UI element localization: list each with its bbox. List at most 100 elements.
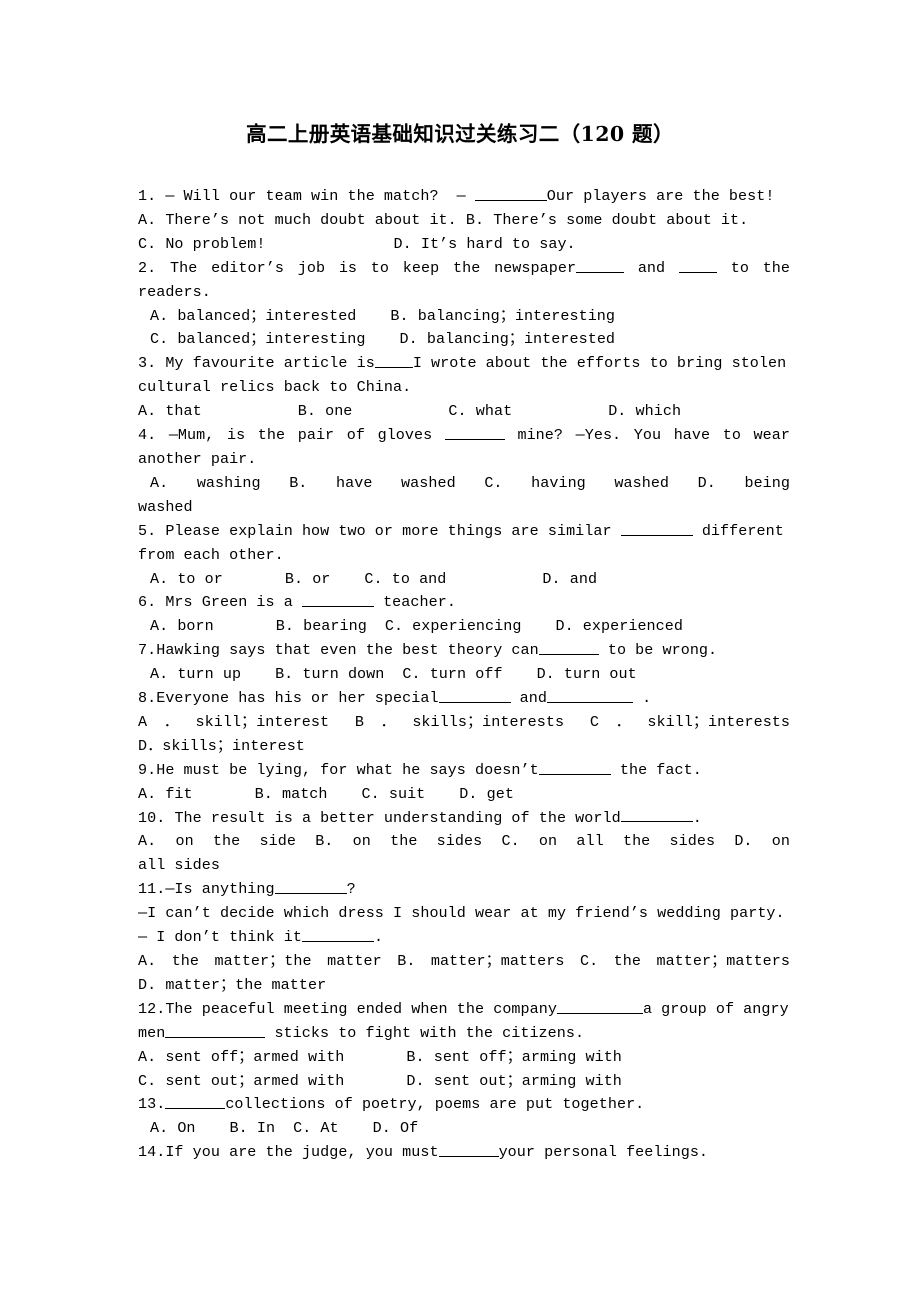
question-item: men sticks to fight with the citizens.: [138, 1022, 790, 1046]
option-c: C. what: [448, 402, 513, 421]
question-options-wrap: all sides: [138, 856, 220, 875]
option-a: A. On: [150, 1119, 196, 1138]
question-stem-cont: .: [692, 808, 702, 827]
option-c: C. balanced；interesting: [150, 330, 366, 349]
option-c: C. to and: [364, 569, 447, 588]
question-stem-wrap: readers.: [138, 282, 211, 301]
question-stem-wrap: another pair.: [138, 449, 257, 468]
question-options: A. turn up B. turn down C. turn off D. turn…: [138, 663, 790, 687]
question-item: 3. My favourite article is I wrote about …: [138, 352, 790, 376]
question-stem-cont: to be wrong.: [607, 641, 718, 660]
answer-blank: [474, 185, 547, 201]
option-a: A．skill；interest: [138, 712, 330, 731]
option-c: C. experiencing: [384, 617, 522, 636]
question-stem-cont: men: [138, 1023, 166, 1042]
question-number: 12.: [138, 999, 166, 1018]
question-stem: The peaceful meeting ended when the comp…: [165, 999, 557, 1018]
question-stem-cont: different: [701, 521, 784, 540]
option-d: D. and: [542, 569, 598, 588]
question-number: 7.: [138, 641, 157, 660]
option-a: A. turn up: [150, 665, 242, 684]
answer-blank: [274, 879, 347, 895]
question-item: 11.—Is anything?: [138, 878, 790, 902]
question-item: 8.Everyone has his or her special and .: [138, 687, 790, 711]
option-a: A. born: [150, 617, 214, 636]
option-d: D. get: [459, 784, 514, 803]
question-number: 6.: [138, 593, 157, 612]
question-options: C. sent out；armed with D. sent out；arming…: [138, 1070, 790, 1094]
question-stem: If you are the judge, you must: [165, 1143, 439, 1162]
option-b: B. or: [284, 569, 331, 588]
question-stem-cont: a group of angry: [642, 999, 789, 1018]
answer-blank: [678, 257, 717, 273]
question-options: A. On B. In C. At D. Of: [138, 1117, 790, 1141]
question-options: A. the matter；the matter B. matter；matte…: [138, 950, 790, 974]
question-stem-cont: — I don’t think it: [138, 928, 302, 947]
question-list: 1. — Will our team win the match? — Our p…: [138, 185, 790, 1165]
option-a: A. fit: [138, 784, 193, 803]
option-c: C. sent out；armed with: [138, 1071, 345, 1090]
option-d: D. balancing；interested: [399, 330, 616, 349]
option-b: B. In: [229, 1119, 276, 1138]
question-stem-end: sticks to fight with the citizens.: [274, 1023, 585, 1042]
question-stem: Hawking says that even the best theory c…: [156, 641, 539, 660]
option-d: D. sent out；arming with: [406, 1071, 622, 1090]
question-stem: My favourite article is: [165, 354, 375, 373]
option-c: C. No problem!: [138, 234, 266, 253]
question-number: 5.: [138, 521, 157, 540]
option-a: A. washing: [150, 473, 261, 492]
question-stem: The result is a better understanding of …: [174, 808, 621, 827]
question-number: 10.: [138, 808, 166, 827]
question-number: 9.: [138, 760, 157, 779]
question-stem: Mrs Green is a: [165, 593, 293, 612]
question-options: A. There’s not much doubt about it. B. T…: [138, 209, 790, 233]
answer-blank: [374, 353, 413, 369]
option-c: C. suit: [361, 784, 426, 803]
question-options: A．skill；interest B．skills；interests C．sk…: [138, 711, 790, 735]
option-b: B. matter；matters: [397, 952, 565, 970]
answer-blank: [301, 927, 374, 942]
question-item: 14.If you are the judge, you must your pe…: [138, 1141, 790, 1165]
question-stem-cont: —: [456, 187, 466, 205]
option-b: B. balancing；interesting: [390, 306, 616, 325]
question-stem: He must be lying, for what he says doesn…: [156, 760, 539, 779]
answer-blank: [556, 998, 643, 1014]
question-number: 4.: [138, 426, 157, 445]
question-options: A. to or B. or C. to and D. and: [138, 568, 790, 592]
question-stem: Please explain how two or more things ar…: [165, 521, 612, 540]
document-page: 高二上册英语基础知识过关练习二（120 题） 1. — Will our tea…: [0, 0, 920, 1302]
question-item: 4. —Mum, is the pair of gloves mine? —Ye…: [138, 424, 790, 448]
question-item: 10. The result is a better understanding…: [138, 807, 790, 831]
option-b: B. have washed: [289, 473, 456, 492]
question-stem-wrap: from each other.: [138, 545, 284, 564]
answer-blank: [620, 807, 693, 823]
question-stem-end: .: [373, 928, 384, 947]
answer-blank: [538, 759, 611, 775]
question-stem-end: Our players are the best!: [546, 187, 775, 205]
answer-blank: [165, 1022, 266, 1038]
question-number: 11.: [138, 880, 166, 899]
option-d: D. Of: [372, 1119, 419, 1138]
question-number: 8.: [138, 689, 157, 708]
option-a: A. on the side: [138, 832, 296, 851]
question-stem-cont: ?: [346, 880, 356, 899]
option-c: C. the matter；matters: [579, 952, 791, 970]
option-c: C．skill；interests: [589, 712, 791, 731]
answer-blank: [620, 520, 693, 536]
question-item: 6. Mrs Green is a teacher.: [138, 591, 790, 615]
question-number: 14.: [138, 1143, 166, 1162]
answer-blank: [165, 1094, 226, 1110]
question-options-wrap: washed: [138, 497, 193, 516]
answer-blank: [576, 257, 625, 273]
question-stem: —Mum, is the pair of gloves: [168, 426, 433, 445]
option-a: A. sent off；armed with: [138, 1047, 345, 1066]
question-stem: The editor’s job is to keep the newspape…: [170, 258, 577, 277]
question-number: 1.: [138, 187, 157, 205]
question-stem-cont: mine? —Yes. You have to wear: [517, 426, 790, 445]
question-options: C. No problem! D. It’s hard to say.: [138, 233, 790, 257]
answer-blank: [538, 640, 599, 656]
answer-blank: [444, 424, 505, 440]
question-options: A. sent off；armed with B. sent off；arming…: [138, 1046, 790, 1070]
option-b: B．skills；interests: [354, 712, 565, 731]
option-b: B. There’s some doubt about it.: [465, 210, 749, 229]
